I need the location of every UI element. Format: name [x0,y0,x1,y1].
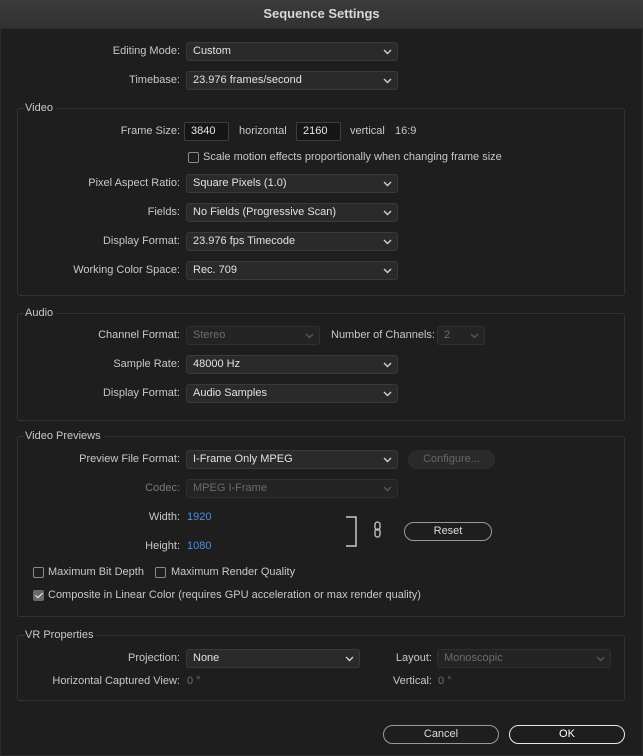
frame-height-input[interactable]: 2160 [296,122,341,141]
chevron-down-icon [345,650,354,662]
projection-value: None [193,652,220,664]
height-label: Height: [145,540,180,552]
video-display-format-dropdown[interactable]: 23.976 fps Timecode [186,232,398,251]
dialog-title: Sequence Settings [0,0,643,29]
timebase-dropdown[interactable]: 23.976 frames/second [186,71,398,90]
width-value[interactable]: 1920 [187,511,211,523]
color-space-dropdown[interactable]: Rec. 709 [186,261,398,280]
preview-format-dropdown[interactable]: I-Frame Only MPEG [186,450,398,469]
audio-display-format-dropdown[interactable]: Audio Samples [186,384,398,403]
chevron-down-icon [383,175,392,187]
num-channels-dropdown[interactable]: 2 [437,326,485,345]
chevron-down-icon [383,480,392,492]
frame-size-label: Frame Size: [120,125,180,137]
editing-mode-dropdown[interactable]: Custom [186,42,398,61]
preview-format-value: I-Frame Only MPEG [193,453,293,465]
video-previews-section-title: Video Previews [25,430,105,442]
chevron-down-icon [383,356,392,368]
video-section-title: Video [25,102,57,114]
channel-format-value: Stereo [193,329,226,341]
scale-motion-checkbox[interactable] [188,152,199,163]
codec-value: MPEG I-Frame [193,482,267,494]
timebase-label: Timebase: [129,74,180,86]
link-bracket-icon [346,516,357,547]
preview-format-label: Preview File Format: [79,453,180,465]
chevron-down-icon [383,451,392,463]
num-channels-label: Number of Channels: [331,329,435,341]
cancel-button[interactable]: Cancel [383,725,499,744]
aspect-ratio-text: 16:9 [395,125,417,137]
fields-label: Fields: [147,206,180,218]
frame-width-input[interactable]: 3840 [184,122,229,141]
codec-dropdown[interactable]: MPEG I-Frame [186,479,398,498]
linear-color-checkbox[interactable] [33,590,44,601]
projection-dropdown[interactable]: None [186,649,360,668]
audio-section-title: Audio [25,307,58,319]
max-bit-depth-label: Maximum Bit Depth [48,566,144,578]
chevron-down-icon [383,262,392,274]
vr-section [17,635,625,701]
link-chain-icon[interactable] [372,521,384,539]
sample-rate-value: 48000 Hz [193,358,241,370]
horizontal-label: horizontal [239,125,287,137]
editing-mode-label: Editing Mode: [112,45,180,57]
fields-value: No Fields (Progressive Scan) [193,206,337,218]
chevron-down-icon [383,385,392,397]
layout-label: Layout: [395,652,432,664]
pixel-aspect-value: Square Pixels (1.0) [193,177,287,189]
horizontal-captured-view-value: 0 ° [187,675,201,687]
vertical-view-value: 0 ° [438,675,452,687]
projection-label: Projection: [128,652,180,664]
pixel-aspect-dropdown[interactable]: Square Pixels (1.0) [186,174,398,193]
layout-dropdown[interactable]: Monoscopic [437,649,611,668]
max-render-quality-label: Maximum Render Quality [171,566,296,578]
scale-motion-label: Scale motion effects proportionally when… [203,151,502,163]
sample-rate-dropdown[interactable]: 48000 Hz [186,355,398,374]
channel-format-label: Channel Format: [98,329,180,341]
editing-mode-value: Custom [193,45,231,57]
ok-button[interactable]: OK [509,725,625,744]
reset-button[interactable]: Reset [404,522,492,541]
sample-rate-label: Sample Rate: [113,358,180,370]
width-label: Width: [148,511,180,523]
layout-value: Monoscopic [444,652,503,664]
linear-color-label: Composite in Linear Color (requires GPU … [48,589,421,601]
timebase-value: 23.976 frames/second [193,74,302,86]
configure-button[interactable]: Configure... [408,450,495,469]
audio-display-format-value: Audio Samples [193,387,267,399]
chevron-down-icon [383,204,392,216]
vertical-label: vertical [350,125,385,137]
chevron-down-icon [470,327,479,339]
chevron-down-icon [596,650,605,662]
color-space-value: Rec. 709 [193,264,238,276]
chevron-down-icon [383,43,392,55]
vr-section-title: VR Properties [25,629,98,641]
channel-format-dropdown[interactable]: Stereo [186,326,320,345]
video-display-format-label: Display Format: [102,235,180,247]
max-bit-depth-checkbox[interactable] [33,567,44,578]
video-display-format-value: 23.976 fps Timecode [193,235,296,247]
vertical-view-label: Vertical: [392,675,432,687]
color-space-label: Working Color Space: [73,264,180,276]
horizontal-captured-view-label: Horizontal Captured View: [52,675,180,687]
max-render-quality-checkbox[interactable] [155,567,166,578]
num-channels-value: 2 [444,329,451,341]
height-value[interactable]: 1080 [187,540,211,552]
audio-display-format-label: Display Format: [102,387,180,399]
chevron-down-icon [383,233,392,245]
chevron-down-icon [383,72,392,84]
chevron-down-icon [305,327,314,339]
fields-dropdown[interactable]: No Fields (Progressive Scan) [186,203,398,222]
codec-label: Codec: [145,482,180,494]
pixel-aspect-label: Pixel Aspect Ratio: [88,177,180,189]
